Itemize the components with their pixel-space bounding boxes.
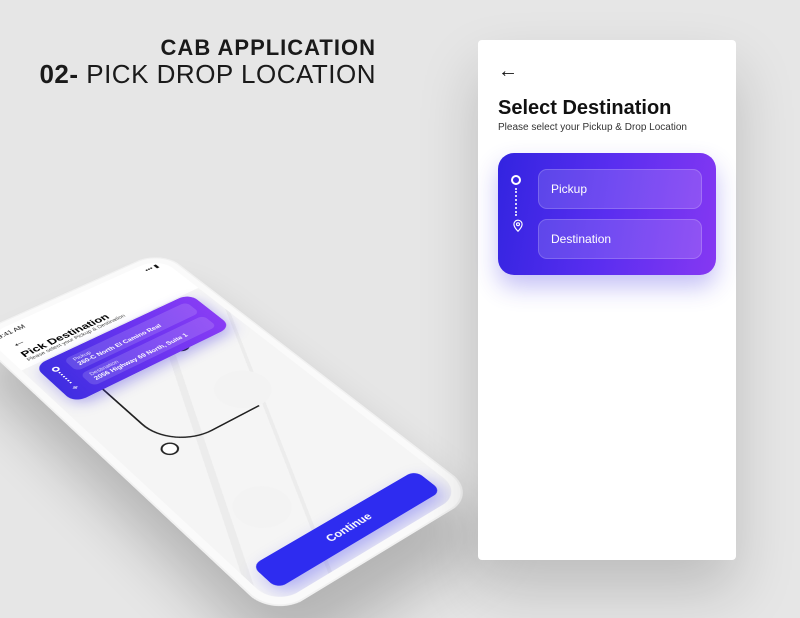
dotted-line-icon [515, 188, 525, 216]
phone-screen: 9:41 AM ••• ▮ ← Pick Destination Please … [0, 258, 463, 606]
page-subtitle: Please select your Pickup & Drop Locatio… [498, 122, 716, 133]
phone-mockup: 9:41 AM ••• ▮ ← Pick Destination Please … [10, 160, 410, 590]
title-number: 02- [39, 59, 78, 89]
route-rail [511, 175, 525, 253]
dotted-line-icon [58, 372, 72, 384]
title-line-1: CAB APPLICATION [36, 36, 376, 60]
origin-dot-icon [511, 175, 521, 185]
destination-pin-icon [511, 219, 525, 233]
title-rest: PICK DROP LOCATION [79, 59, 376, 89]
title-line-2: 02- PICK DROP LOCATION [36, 60, 376, 89]
location-card: Pickup Destination [498, 153, 716, 275]
back-button[interactable]: ← [498, 60, 716, 83]
screen-select-destination: ← Select Destination Please select your … [478, 40, 736, 560]
destination-input[interactable]: Destination [538, 219, 702, 259]
map-pin-origin-icon [157, 440, 183, 458]
presentation-title: CAB APPLICATION 02- PICK DROP LOCATION [36, 36, 376, 89]
pickup-input[interactable]: Pickup [538, 169, 702, 209]
page-title: Select Destination [498, 97, 716, 120]
destination-pin-icon: ⌖ [69, 382, 84, 392]
phone-frame: 9:41 AM ••• ▮ ← Pick Destination Please … [0, 250, 478, 618]
